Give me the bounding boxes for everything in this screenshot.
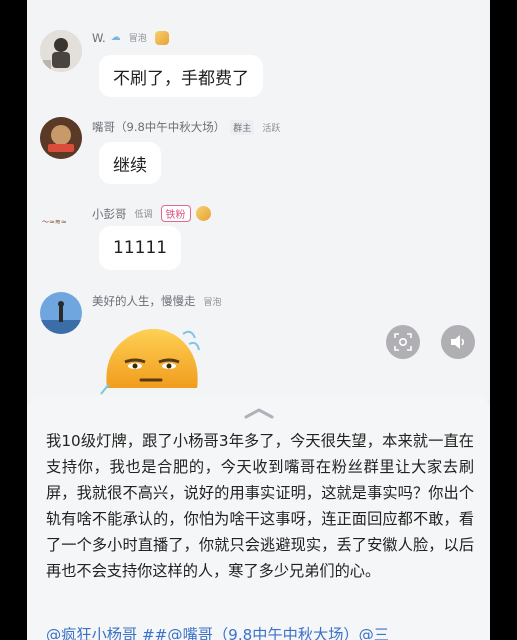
member-tag: 冒泡 (128, 34, 147, 44)
sender-name[interactable]: 小彭哥 (92, 206, 127, 222)
chat-message: 〜≈≋≈ 小彭哥 低调 铁粉 11111 (27, 200, 490, 280)
avatar[interactable] (40, 292, 82, 334)
avatar[interactable]: 〜≈≋≈ (40, 208, 86, 232)
chevron-up-icon[interactable] (243, 404, 275, 423)
avatar[interactable] (40, 30, 82, 72)
lens-scan-icon (394, 333, 412, 351)
message-text: 不刷了，手都费了 (113, 68, 249, 89)
lens-scan-button[interactable] (386, 325, 420, 359)
mention-links[interactable]: @疯狂小杨哥 ##@嘴哥（9.8中午中秋大场）@三 (46, 622, 486, 640)
message-bubble[interactable]: 11111 (99, 226, 182, 270)
sender-meta: 嘴哥（9.8中午中秋大场） 群主 活跃 (92, 119, 283, 135)
volume-button[interactable] (441, 325, 475, 359)
avatar[interactable] (40, 117, 82, 159)
svg-text:〜≈≋≈: 〜≈≋≈ (42, 218, 67, 226)
level-badge-icon (154, 30, 169, 45)
chat-message: 嘴哥（9.8中午中秋大场） 群主 活跃 继续 (27, 112, 490, 187)
sender-meta: 小彭哥 低调 铁粉 (92, 205, 211, 222)
owner-tag: 群主 (230, 119, 255, 135)
lowkey-tag: 低调 (134, 210, 153, 220)
active-tag: 活跃 (262, 123, 281, 134)
app-screen: W. ☁ 冒泡 不刷了，手都费了 嘴哥（9.8中午中秋大场） 群主 活跃 继续 … (27, 0, 490, 640)
phone-screenshot: W. ☁ 冒泡 不刷了，手都费了 嘴哥（9.8中午中秋大场） 群主 活跃 继续 … (0, 0, 517, 640)
comment-panel: 我10级灯牌，跟了小杨哥3年多了，今天很失望，本来就一直在支持你，我也是合肥的，… (27, 396, 490, 640)
message-bubble[interactable]: 继续 (99, 142, 161, 184)
group-chat-area: W. ☁ 冒泡 不刷了，手都费了 嘴哥（9.8中午中秋大场） 群主 活跃 继续 … (27, 0, 490, 400)
sender-meta: W. ☁ 冒泡 (92, 30, 169, 45)
message-text: 继续 (113, 155, 147, 176)
level-badge-icon (195, 206, 211, 221)
sender-name[interactable]: 嘴哥（9.8中午中秋大场） (92, 119, 225, 135)
chat-message: W. ☁ 冒泡 不刷了，手都费了 (27, 22, 490, 97)
sender-name[interactable]: 美好的人生，慢慢走 (92, 293, 196, 309)
message-bubble[interactable]: 不刷了，手都费了 (99, 55, 263, 97)
fan-badge: 铁粉 (160, 205, 191, 222)
chat-message: 美好的人生，慢慢走 冒泡 (27, 288, 490, 398)
member-tag: 冒泡 (203, 297, 222, 308)
sleepy-face-sticker[interactable] (99, 324, 209, 404)
message-text: 11111 (113, 238, 168, 258)
volume-icon (451, 335, 465, 349)
sender-meta: 美好的人生，慢慢走 冒泡 (92, 293, 225, 309)
sender-name[interactable]: W. (92, 31, 106, 45)
comment-text: 我10级灯牌，跟了小杨哥3年多了，今天很失望，本来就一直在支持你，我也是合肥的，… (46, 432, 474, 580)
cloud-icon: ☁ (110, 32, 121, 43)
